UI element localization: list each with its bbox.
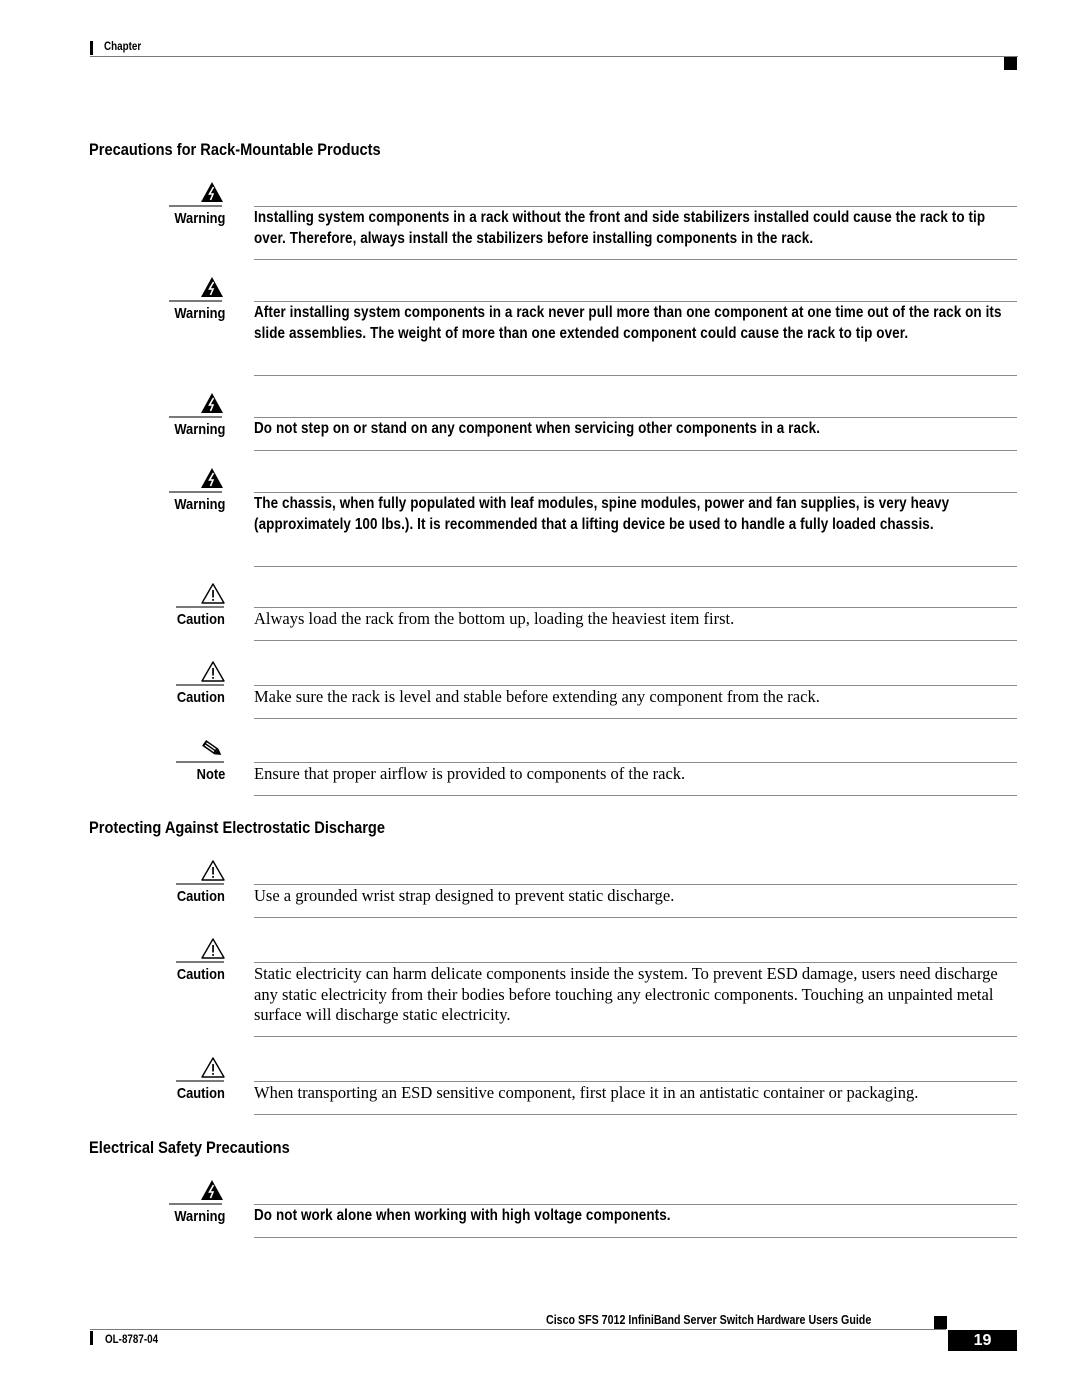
warning-lightning-icon (172, 1178, 228, 1204)
section-heading-rack-mountable: Precautions for Rack-Mountable Products (89, 140, 381, 159)
notice-rule-top (254, 685, 1017, 686)
note-pencil-icon (172, 736, 228, 762)
chapter-label: Chapter (104, 39, 142, 53)
caution-exclamation-icon (172, 581, 228, 607)
notice-rule-top (254, 1081, 1017, 1082)
warning-lightning-icon (172, 466, 228, 492)
notice-rule-top (254, 206, 1017, 207)
notice-kind-label: Warning (173, 210, 225, 227)
notice-text: Ensure that proper airflow is provided t… (254, 764, 686, 783)
icon-underline (169, 205, 222, 207)
notice-rule-top (254, 762, 1017, 763)
notice-text: Do not work alone when working with high… (254, 1207, 671, 1224)
caution-exclamation-icon (172, 659, 228, 685)
notice-kind-label: Caution (176, 1085, 225, 1102)
warning-lightning-icon (172, 391, 228, 417)
notice-rule-bottom (254, 794, 1017, 796)
notice-rule-bottom (254, 565, 1017, 567)
notice-rule-top (254, 492, 1017, 493)
notice-kind-label: Warning (173, 421, 225, 438)
notice-rule-bottom (254, 449, 1017, 451)
notice-text: The chassis, when fully populated with l… (254, 495, 950, 533)
notice-rule-top (254, 607, 1017, 608)
icon-underline (169, 491, 222, 493)
notice-kind-label: Caution (176, 611, 225, 628)
notice-rule-bottom (254, 259, 1017, 260)
notice-rule-bottom (254, 717, 1017, 719)
notice-text: Always load the rack from the bottom up,… (254, 609, 735, 628)
notice-text: Installing system components in a rack w… (254, 209, 986, 247)
footer-square-mark (934, 1316, 947, 1329)
notice-rule-bottom (254, 916, 1017, 918)
notice-kind-label: Note (196, 766, 225, 783)
warning-lightning-icon (172, 180, 228, 206)
icon-underline (169, 1203, 222, 1205)
notice-text: Static electricity can harm delicate com… (254, 964, 998, 1024)
notice-kind-label: Caution (176, 689, 225, 706)
notice-text: After installing system components in a … (254, 304, 1002, 342)
notice-kind-label: Caution (176, 966, 225, 983)
icon-underline (169, 300, 222, 302)
caution-exclamation-icon (172, 936, 228, 962)
notice-rule-bottom (254, 374, 1017, 376)
warning-lightning-icon (172, 275, 228, 301)
icon-underline (176, 883, 224, 885)
notice-rule-bottom (254, 639, 1017, 641)
notice-rule-top (254, 417, 1017, 418)
notice-kind-label: Warning (173, 496, 225, 513)
section-heading-electrical-safety: Electrical Safety Precautions (89, 1138, 290, 1157)
notice-rule-top (254, 962, 1017, 963)
guide-title: Cisco SFS 7012 InfiniBand Server Switch … (546, 1312, 872, 1327)
icon-underline (169, 416, 222, 418)
footer-rule (90, 1329, 946, 1330)
icon-underline (176, 961, 224, 963)
notice-rule-bottom (254, 1113, 1017, 1115)
notice-text: Make sure the rack is level and stable b… (254, 687, 820, 706)
notice-kind-label: Caution (176, 888, 225, 905)
notice-rule-bottom (254, 1236, 1017, 1238)
notice-text: Use a grounded wrist strap designed to p… (254, 886, 675, 905)
header-square-mark (1004, 57, 1017, 70)
notice-rule-bottom (254, 1035, 1017, 1037)
icon-underline (176, 1080, 224, 1082)
caution-exclamation-icon (172, 858, 228, 884)
footer-bar-mark (90, 1331, 93, 1345)
notice-rule-top (254, 301, 1017, 302)
notice-text: Do not step on or stand on any component… (254, 420, 821, 437)
page-number: 19 (948, 1330, 1017, 1351)
notice-rule-top (254, 1204, 1017, 1205)
header-rule (90, 56, 1018, 57)
section-heading-esd: Protecting Against Electrostatic Dischar… (89, 818, 386, 837)
header-bar-mark (90, 41, 93, 55)
icon-underline (176, 606, 224, 608)
icon-underline (176, 761, 224, 763)
doc-number: OL-8787-04 (105, 1332, 159, 1346)
icon-underline (176, 684, 224, 686)
caution-exclamation-icon (172, 1055, 228, 1081)
notice-kind-label: Warning (173, 1208, 225, 1225)
notice-text: When transporting an ESD sensitive compo… (254, 1083, 919, 1102)
notice-rule-top (254, 884, 1017, 885)
notice-kind-label: Warning (173, 305, 225, 322)
